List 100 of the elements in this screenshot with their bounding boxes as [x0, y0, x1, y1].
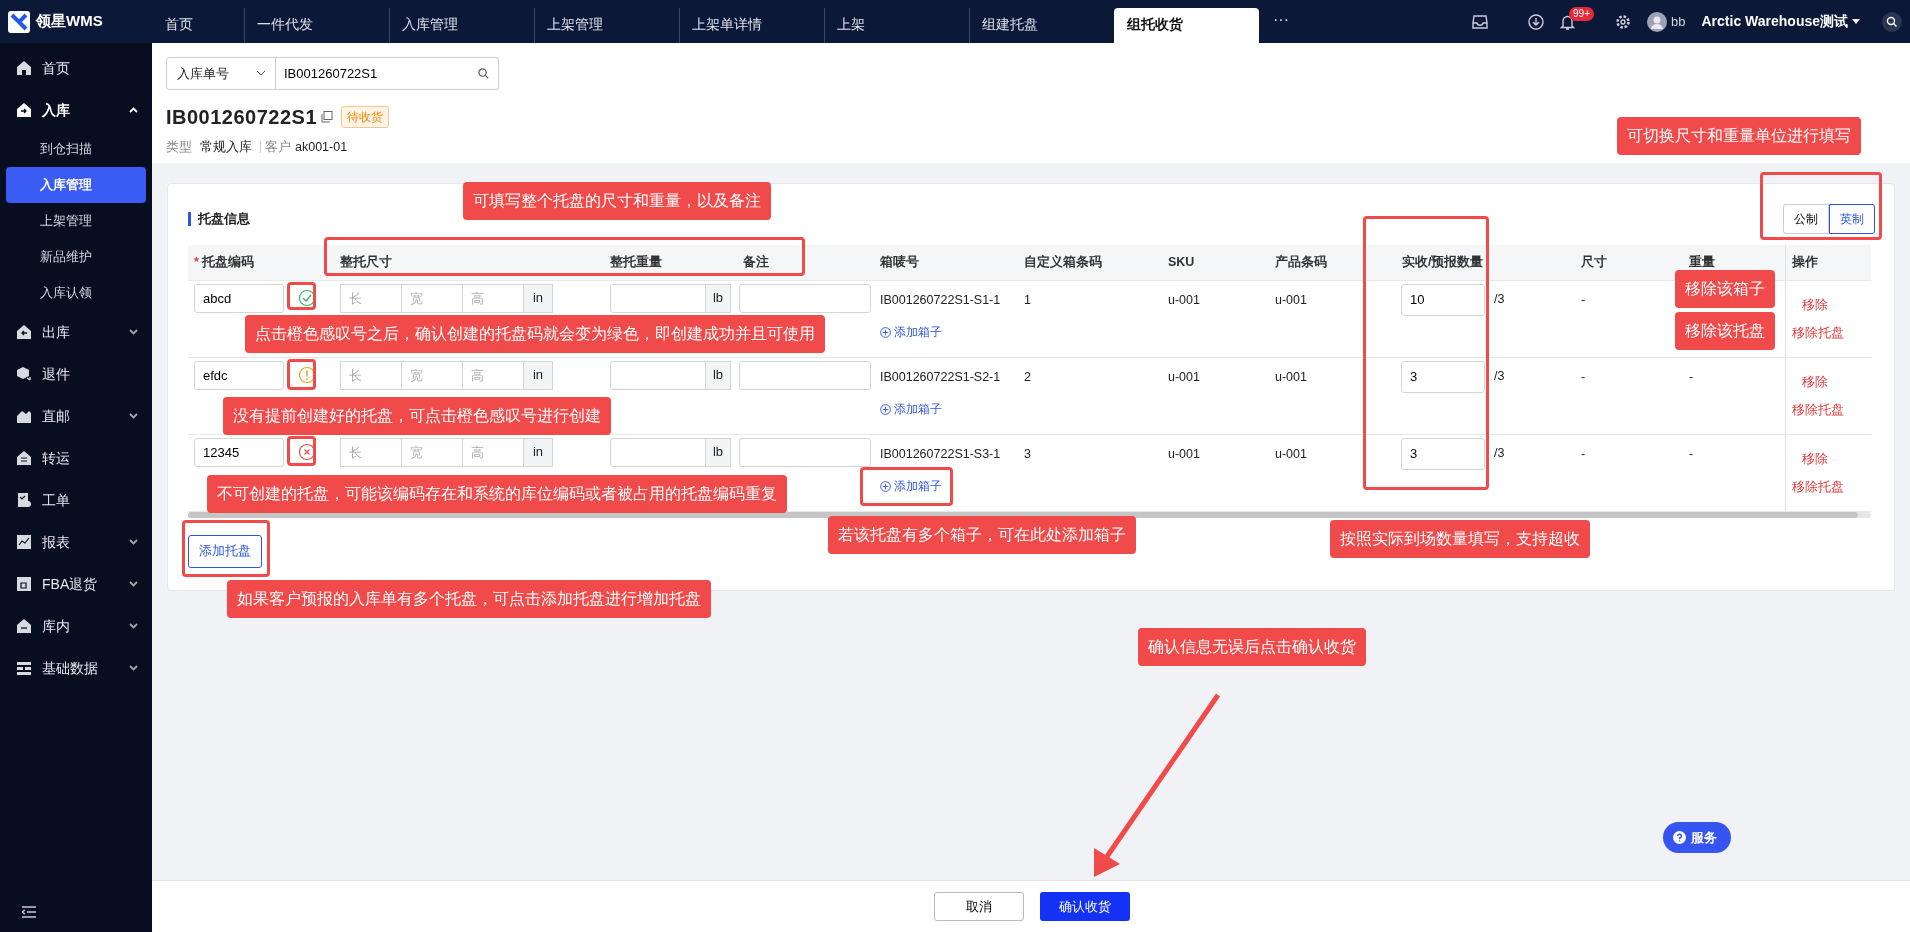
avatar-icon[interactable]: [1647, 11, 1667, 32]
chart-icon: [16, 534, 32, 550]
pallet-code-field[interactable]: 12345: [194, 437, 284, 467]
warehouse-switcher[interactable]: Arctic Warehouse测试: [1701, 11, 1860, 32]
quantity-field[interactable]: 3: [1401, 437, 1485, 470]
sidebar-item[interactable]: 出库: [0, 311, 152, 353]
search-icon[interactable]: [1882, 11, 1902, 32]
remove-pallet-link[interactable]: 移除托盘: [1791, 478, 1844, 497]
unit-toggle[interactable]: 公制: [1783, 204, 1829, 234]
pallet-code-field[interactable]: abcd: [194, 283, 284, 313]
dimension-field[interactable]: 长: [340, 283, 402, 313]
service-button[interactable]: 服务: [1663, 822, 1731, 853]
success-icon[interactable]: [298, 289, 316, 307]
weight-field[interactable]: [610, 437, 706, 467]
add-pallet-button[interactable]: 添加托盘: [188, 534, 262, 568]
cancel-button[interactable]: 取消: [934, 892, 1024, 921]
remove-pallet-link[interactable]: 移除托盘: [1791, 324, 1844, 343]
sidebar-subitem[interactable]: 到仓扫描: [6, 131, 146, 167]
sidebar-subitem[interactable]: 入库管理: [6, 167, 146, 203]
quantity-field[interactable]: 3: [1401, 360, 1485, 393]
more-tabs-button[interactable]: ···: [1259, 8, 1303, 32]
remove-box-link[interactable]: 移除: [1801, 295, 1828, 315]
column-header: SKU: [1168, 254, 1195, 269]
sidebar-subitem[interactable]: 入库认领: [6, 275, 146, 311]
building-icon: [16, 408, 32, 424]
package-icon: [16, 366, 32, 382]
inbox-icon[interactable]: [1472, 14, 1488, 29]
sidebar-item[interactable]: 库内: [0, 605, 152, 647]
column-header: 备注: [743, 254, 769, 269]
sidebar-subitem[interactable]: 上架管理: [6, 203, 146, 239]
sidebar-item[interactable]: 报表: [0, 521, 152, 563]
size-text: -: [1581, 291, 1587, 309]
weight-text: -: [1689, 445, 1695, 463]
tab[interactable]: 首页: [152, 8, 244, 43]
clipboard-icon: [16, 492, 32, 508]
download-icon[interactable]: [1528, 13, 1544, 30]
note-field[interactable]: [739, 360, 871, 390]
dimension-field[interactable]: 宽: [401, 360, 463, 390]
add-box-link[interactable]: 添加箱子: [880, 323, 942, 342]
bell-icon[interactable]: [1560, 13, 1575, 30]
forecast-quantity: /3: [1494, 291, 1505, 309]
size-text: -: [1581, 368, 1587, 386]
copy-icon[interactable]: [321, 111, 334, 123]
sidebar-item[interactable]: 退件: [0, 353, 152, 395]
column-header: 整托尺寸: [340, 254, 392, 269]
dimension-field[interactable]: 高: [462, 283, 524, 313]
callout-label: 按照实际到场数量填写，支持超收: [1330, 520, 1590, 558]
notification-count: 99+: [1569, 6, 1594, 21]
remove-box-link[interactable]: 移除: [1801, 449, 1828, 469]
unit-addon: lb: [705, 283, 731, 313]
remove-box-link[interactable]: 移除: [1801, 372, 1828, 392]
section-title: 托盘信息: [188, 212, 250, 226]
box-number: IB001260722S1-S3-1: [880, 445, 1002, 463]
remove-pallet-link[interactable]: 移除托盘: [1791, 401, 1844, 420]
sidebar-subitem[interactable]: 新品维护: [6, 239, 146, 275]
dimension-field[interactable]: 宽: [401, 437, 463, 467]
add-box-link[interactable]: 添加箱子: [880, 400, 942, 419]
search-type-select[interactable]: 入库单号: [166, 57, 276, 90]
error-icon[interactable]: [298, 443, 316, 461]
note-field[interactable]: [739, 283, 871, 313]
dimension-field[interactable]: 长: [340, 437, 402, 467]
caret-icon: [257, 71, 265, 76]
sidebar-item[interactable]: 转运: [0, 437, 152, 479]
dimension-field[interactable]: 高: [462, 437, 524, 467]
tab[interactable]: 组托收货: [1114, 8, 1259, 43]
sku-text: u-001: [1168, 291, 1201, 309]
sku-text: u-001: [1168, 368, 1201, 386]
sidebar-item[interactable]: FBA退货: [0, 563, 152, 605]
product-barcode: u-001: [1275, 368, 1308, 386]
quantity-field[interactable]: 10: [1401, 283, 1485, 316]
sidebar-item[interactable]: 入库: [0, 89, 152, 131]
dimension-field[interactable]: 高: [462, 360, 524, 390]
warehouse-icon: [16, 450, 32, 466]
dimension-field[interactable]: 宽: [401, 283, 463, 313]
callout-label: 移除该托盘: [1675, 312, 1775, 350]
search-icon[interactable]: [478, 68, 489, 79]
sidebar-item[interactable]: 直邮: [0, 395, 152, 437]
settings-icon[interactable]: [1615, 13, 1631, 30]
forecast-quantity: /3: [1494, 445, 1505, 463]
confirm-button[interactable]: 确认收货: [1040, 892, 1130, 921]
callout-label: 不可创建的托盘，可能该编码存在和系统的库位编码或者被占用的托盘编码重复: [207, 475, 787, 513]
search-field[interactable]: IB001260722S1: [276, 57, 499, 90]
sidebar-item[interactable]: 首页: [0, 47, 152, 89]
add-box-link[interactable]: 添加箱子: [880, 477, 942, 496]
callout-label: 确认信息无误后点击确认收货: [1138, 628, 1366, 666]
status-tag: 待收货: [341, 106, 390, 128]
forecast-quantity: /3: [1494, 368, 1505, 386]
note-field[interactable]: [739, 437, 871, 467]
dimension-field[interactable]: 长: [340, 360, 402, 390]
unit-addon: lb: [705, 360, 731, 390]
app-logo-text: 领星WMS: [36, 11, 103, 32]
sidebar-item[interactable]: 工单: [0, 479, 152, 521]
pallet-code-field[interactable]: efdc: [194, 360, 284, 390]
unit-toggle[interactable]: 英制: [1829, 204, 1875, 234]
weight-field[interactable]: [610, 360, 706, 390]
collapse-menu-icon[interactable]: [22, 906, 36, 918]
weight-field[interactable]: [610, 283, 706, 313]
customer-label: 客户: [265, 139, 291, 156]
sidebar-item[interactable]: 基础数据: [0, 647, 152, 689]
warning-icon[interactable]: [298, 366, 316, 384]
